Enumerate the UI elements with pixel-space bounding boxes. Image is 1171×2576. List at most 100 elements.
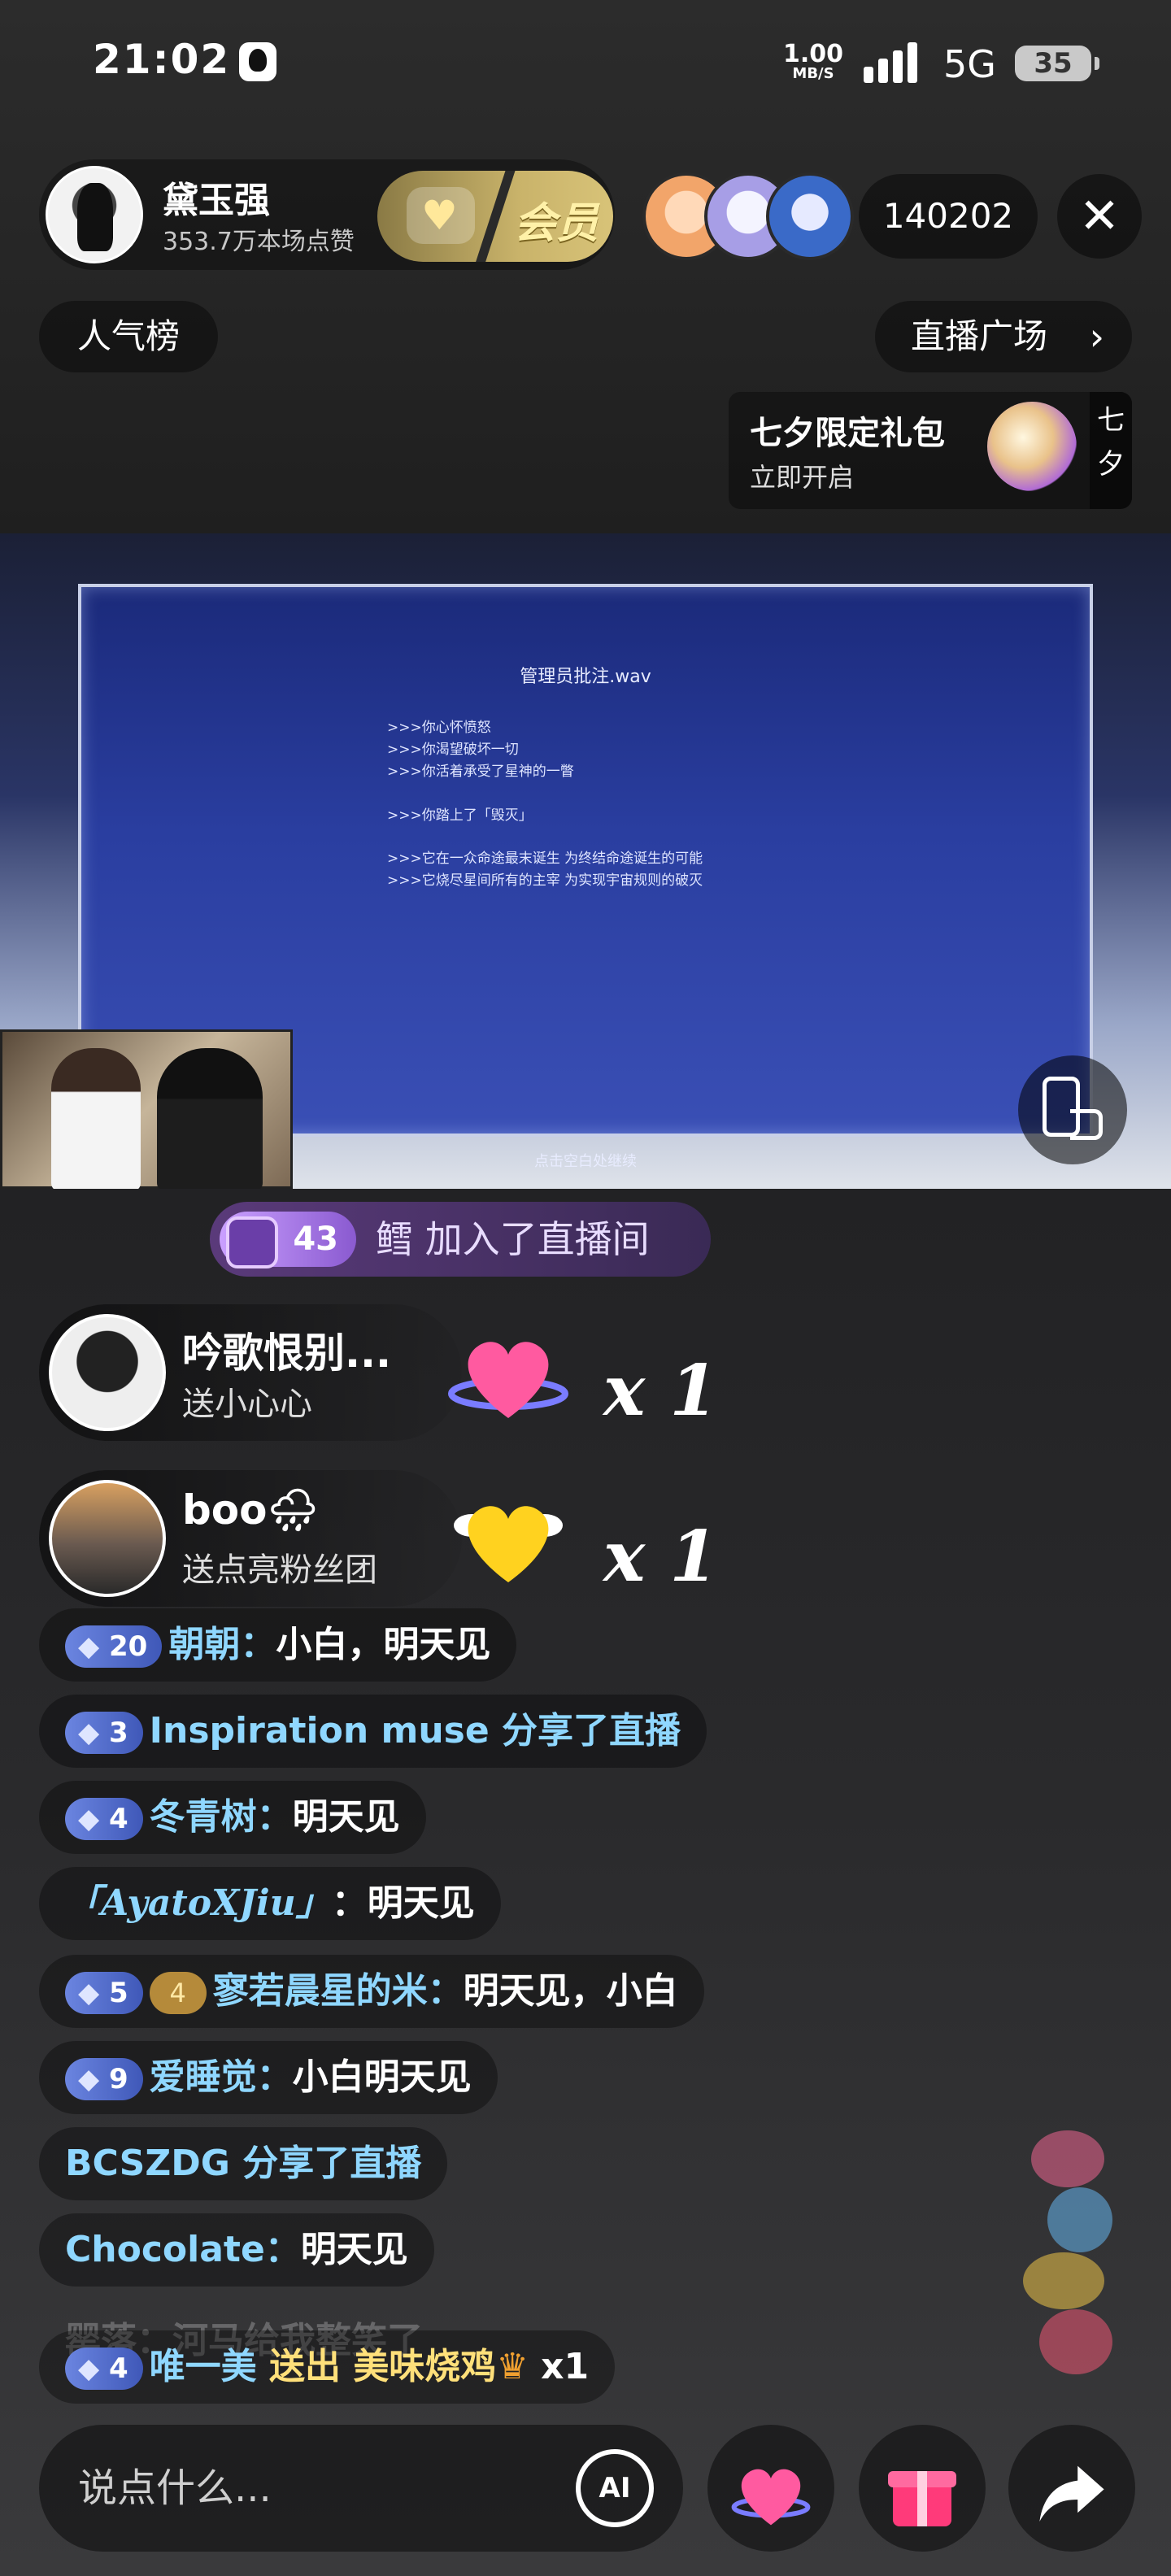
- chat-nick[interactable]: Chocolate：: [65, 2229, 301, 2270]
- anchor-name: 黛玉强: [163, 180, 270, 221]
- qq-icon: [239, 42, 276, 81]
- share-notice: Inspiration muse 分享了直播: [149, 1710, 681, 1751]
- chat-message[interactable]: 20朝朝：小白，明天见: [39, 1608, 517, 1682]
- sender-name: 吟歌恨别...: [182, 1329, 391, 1377]
- chat-message[interactable]: Chocolate：明天见: [39, 2213, 434, 2287]
- chat-nick[interactable]: 唯一美: [150, 2346, 257, 2387]
- gift-button[interactable]: [859, 2425, 986, 2552]
- fan-heart-gift-icon: [447, 1477, 569, 1599]
- chat-nick[interactable]: 「AyatoXJiu」: [65, 1882, 332, 1924]
- network-type: 5G: [943, 42, 996, 86]
- dialog-line: >>>它烧尽星间所有的主宰 为实现宇宙规则的破灭: [387, 872, 703, 889]
- chat-text: 明天见: [300, 2229, 408, 2270]
- dialog-line: >>>你心怀愤怒: [387, 720, 491, 736]
- user-level-badge: 9: [65, 2058, 143, 2100]
- chat-nick[interactable]: 爱睡觉：: [150, 2056, 293, 2098]
- ai-button[interactable]: AI: [576, 2449, 654, 2527]
- chat-nick[interactable]: 寥若晨星的米：: [213, 1970, 464, 2012]
- chevron-right-icon: ›: [1089, 315, 1104, 359]
- sender-name: boo🌧: [182, 1486, 319, 1534]
- user-level-badge: 4: [65, 1798, 143, 1840]
- status-time: 21:02: [93, 36, 231, 83]
- viewer-count[interactable]: 140202: [859, 174, 1038, 259]
- chat-text: 小白明天见: [292, 2056, 472, 2098]
- dialog-line: >>>它在一众命途最末诞生 为终结命途诞生的可能: [387, 850, 703, 867]
- chat-message[interactable]: 「AyatoXJiu」：明天见: [39, 1867, 501, 1940]
- share-arrow-icon: [1039, 2465, 1104, 2522]
- chat-message[interactable]: 3Inspiration muse 分享了直播: [39, 1695, 707, 1768]
- network-speed: 1.00 MB/S: [781, 42, 846, 81]
- user-level-badge: 43: [220, 1212, 356, 1268]
- gift-icon: [888, 2471, 956, 2527]
- gift-count: x 1: [603, 1516, 719, 1598]
- dialog-line: >>>你活着承受了星神的一瞥: [387, 764, 574, 781]
- close-icon: ✕: [1078, 188, 1121, 245]
- promo-side-char: 七: [1097, 404, 1125, 437]
- close-button[interactable]: ✕: [1057, 174, 1142, 259]
- like-button[interactable]: [707, 2425, 834, 2552]
- share-button[interactable]: [1008, 2425, 1135, 2552]
- member-label: 会员: [514, 199, 599, 248]
- live-video[interactable]: 管理员批注.wav >>>你心怀愤怒 >>>你渴望破坏一切 >>>你活着承受了星…: [0, 533, 1171, 1189]
- gift-message[interactable]: 4唯一美 送出 美味烧鸡♛ x1: [39, 2330, 616, 2404]
- gift-streak: boo🌧 送点亮粉丝团: [39, 1470, 462, 1607]
- member-divider: [471, 171, 518, 262]
- chat-message[interactable]: 54寥若晨星的米：明天见，小白: [39, 1955, 704, 2028]
- sender-avatar[interactable]: [49, 1314, 166, 1431]
- status-bar: 21:02 1.00 MB/S 5G 35: [0, 0, 1171, 130]
- chat-nick[interactable]: 冬青树：: [150, 1796, 293, 1838]
- promo-subtitle: 立即开启: [750, 462, 855, 493]
- anchor-avatar[interactable]: [46, 166, 143, 263]
- heart-icon: [731, 2469, 811, 2526]
- gift-count: x 1: [603, 1350, 719, 1432]
- gift-action: 送点亮粉丝团: [182, 1551, 377, 1589]
- chat-message[interactable]: 9爱睡觉：小白明天见: [39, 2041, 498, 2114]
- chat-input[interactable]: 说点什么... AI: [39, 2425, 683, 2552]
- promo-side-char: 夕: [1097, 448, 1125, 481]
- member-button[interactable]: 会员: [377, 171, 613, 262]
- user-level-badge: 4: [65, 2348, 143, 2390]
- streamer-person: [157, 1048, 263, 1189]
- rotate-screen-button[interactable]: [1018, 1055, 1127, 1164]
- sender-avatar[interactable]: [49, 1480, 166, 1597]
- gift-verb: 送出: [256, 2346, 354, 2387]
- battery-icon: 35: [1015, 46, 1099, 81]
- chat-message[interactable]: BCSZDG 分享了直播: [39, 2127, 448, 2200]
- promo-side-tab[interactable]: 七 夕: [1090, 392, 1132, 509]
- gift-name: 美味烧鸡: [353, 2346, 497, 2387]
- qixi-gift-promo[interactable]: 七夕限定礼包 立即开启 七 夕: [729, 392, 1132, 509]
- chat-message[interactable]: 4冬青树：明天见: [39, 1781, 426, 1854]
- floating-likes: [1015, 2130, 1129, 2374]
- chat-text: 明天见: [292, 1796, 400, 1838]
- user-level-badge: 5: [65, 1972, 143, 2014]
- anchor-likes: 353.7万本场点赞: [163, 228, 355, 256]
- roast-chicken-icon: ♛: [496, 2346, 529, 2387]
- dialog-lines: >>>你心怀愤怒 >>>你渴望破坏一切 >>>你活着承受了星神的一瞥 >>>你踏…: [387, 717, 703, 892]
- share-notice: BCSZDG 分享了直播: [65, 2143, 422, 2184]
- net-speed-value: 1.00: [782, 40, 844, 68]
- user-level-badge: 3: [65, 1712, 143, 1754]
- net-speed-unit: MB/S: [792, 65, 834, 82]
- signal-icon: [864, 41, 919, 83]
- gift-action: 送小心心: [182, 1386, 312, 1423]
- fan-club-badge: 4: [149, 1972, 207, 2014]
- chat-text: 明天见，小白: [463, 1970, 678, 2012]
- chat-text: 小白，明天见: [276, 1624, 491, 1665]
- live-square-button[interactable]: 直播广场 ›: [875, 301, 1132, 372]
- chat-nick[interactable]: 朝朝：: [168, 1624, 276, 1665]
- gift-streak: 吟歌恨别... 送小心心: [39, 1304, 462, 1441]
- promo-title: 七夕限定礼包: [750, 415, 945, 452]
- streamer-camera: [0, 1029, 293, 1189]
- chat-input-placeholder: 说点什么...: [78, 2465, 272, 2511]
- live-square-label: 直播广场: [911, 316, 1048, 356]
- popularity-rank-button[interactable]: 人气榜: [39, 301, 218, 372]
- heart-gift-icon: [447, 1312, 569, 1434]
- join-text: 鳕 加入了直播间: [376, 1217, 650, 1261]
- dialog-line: >>>你渴望破坏一切: [387, 742, 519, 759]
- gift-count: x1: [528, 2346, 590, 2387]
- chat-text: ：明天见: [331, 1882, 475, 1924]
- join-notification: 43 鳕 加入了直播间: [210, 1202, 711, 1277]
- gift-pendant-icon: [987, 402, 1077, 491]
- viewer-avatar[interactable]: [766, 172, 854, 260]
- dialog-line: >>>你踏上了「毁灭」: [387, 807, 533, 824]
